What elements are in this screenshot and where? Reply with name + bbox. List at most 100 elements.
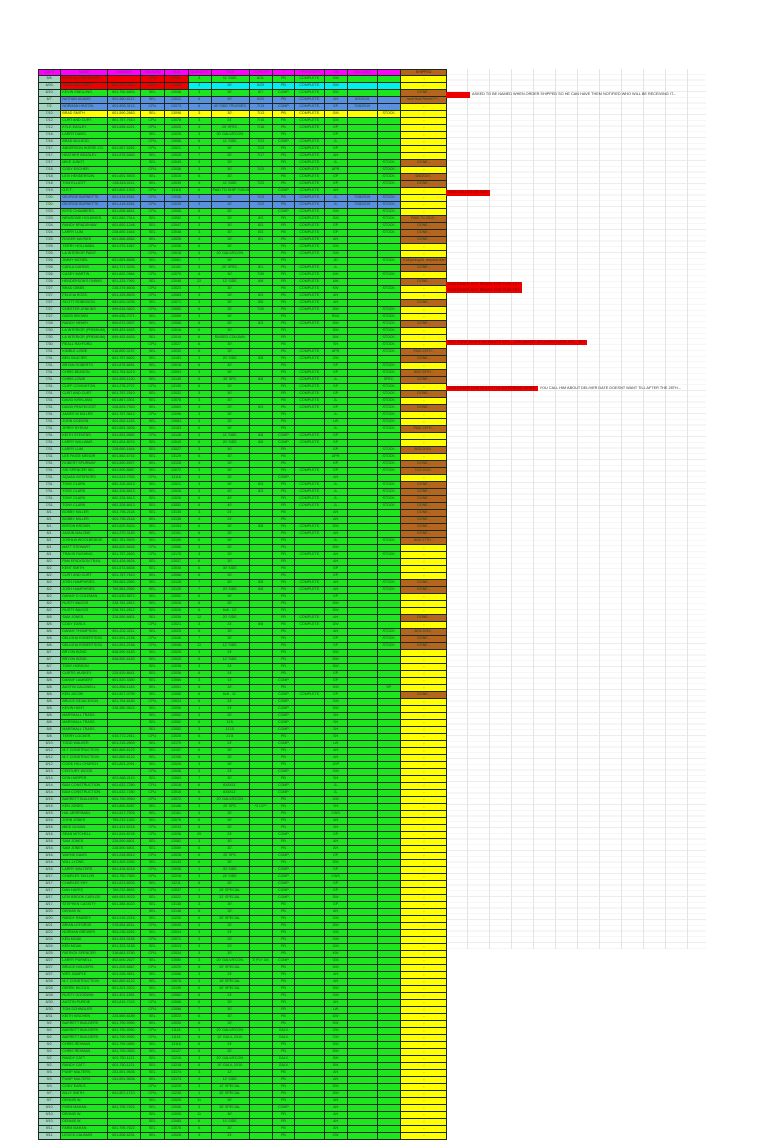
cell-number[interactable]: 601-416-6361| — [107, 195, 141, 202]
cell-type[interactable]: SEL| — [141, 748, 165, 755]
cell-type[interactable]: SEL| — [141, 601, 165, 608]
cell-shipped[interactable]: |g — [401, 804, 447, 811]
cell-quantity[interactable]: 3| — [188, 797, 211, 804]
cell-t[interactable]: PB| — [273, 734, 295, 741]
cell-type[interactable]: SEL| — [141, 503, 165, 510]
cell-progress[interactable]: | — [295, 657, 325, 664]
cell-date[interactable]: 8/12| — [39, 748, 61, 755]
cell-date[interactable]: 8/1| — [39, 545, 61, 552]
cell-size[interactable]: 30'| — [211, 545, 249, 552]
cell-progress[interactable]: COMPLETE| — [295, 174, 325, 181]
cell-del-date[interactable]: | — [348, 90, 378, 97]
cell-shipped[interactable]: |g — [401, 678, 447, 685]
cell-date[interactable]: 7/31| — [39, 349, 61, 356]
cell-shipped[interactable]: |g — [401, 699, 447, 706]
cell-done-by[interactable]: 7/16| — [249, 118, 273, 125]
cell-quantity[interactable]: 3| — [188, 370, 211, 377]
cell-del-date[interactable]: | — [348, 727, 378, 734]
cell-t[interactable]: PB| — [273, 447, 295, 454]
cell-del-date[interactable]: | — [348, 720, 378, 727]
cell-done-by[interactable]: 8/8| — [249, 279, 273, 286]
cell-date[interactable]: 7/16| — [39, 139, 61, 146]
cell-done-by[interactable]: | — [249, 419, 273, 426]
cell-progress[interactable]: | — [295, 566, 325, 573]
cell-date[interactable]: 8/8| — [39, 713, 61, 720]
cell-type[interactable]: SEL| — [141, 566, 165, 573]
cell-name[interactable]: RANDY HENRY| — [61, 321, 107, 328]
cell-name[interactable]: LEE PAIGE MENOR| — [61, 454, 107, 461]
cell-done-by[interactable]: | — [249, 755, 273, 762]
cell-type[interactable]: SEL| — [141, 97, 165, 104]
cell-number[interactable]: 699-616-3822| — [107, 307, 141, 314]
cell-shipped[interactable]: |g — [401, 272, 447, 279]
cell-size[interactable]: 30'| — [211, 314, 249, 321]
cell-type[interactable]: CPU| — [141, 475, 165, 482]
cell-size[interactable]: 11'6| — [211, 720, 249, 727]
cell-type[interactable]: CPU| — [141, 251, 165, 258]
cell-t[interactable]: PB| — [273, 286, 295, 293]
cell-date[interactable]: 8/8| — [39, 678, 61, 685]
cell-t[interactable]: PB| — [273, 356, 295, 363]
cell-done-by[interactable]: 8/8| — [249, 377, 273, 384]
cell-date[interactable]: 7/25| — [39, 251, 61, 258]
cell-stock[interactable]: | — [378, 713, 401, 720]
cell-done-by[interactable]: | — [249, 349, 273, 356]
cell-progress[interactable]: | — [295, 342, 325, 349]
cell-size[interactable]: 30'| — [211, 293, 249, 300]
cell-done-by[interactable]: 8/8| — [249, 356, 273, 363]
cell-type[interactable]: SEL| — [141, 265, 165, 272]
cell-shipped[interactable]: DONE|g — [401, 181, 447, 188]
cell-t[interactable]: COMP| — [273, 727, 295, 734]
cell-progress[interactable]: COMPLETE| — [295, 265, 325, 272]
cell-number[interactable]: 601-593-1120| — [107, 377, 141, 384]
cell-date[interactable]: 8/7| — [39, 664, 61, 671]
cell-number[interactable]: 601-972-1667| — [107, 244, 141, 251]
cell-t[interactable]: PB| — [273, 825, 295, 832]
cell-progress[interactable]: COMPLETE| — [295, 503, 325, 510]
cell-t[interactable]: COMP| — [273, 433, 295, 440]
cell-quantity[interactable]: 6| — [188, 734, 211, 741]
cell-t[interactable]: COMP| — [273, 692, 295, 699]
cell-so[interactable]: 13046| — [165, 636, 188, 643]
cell-sm[interactable]: GP| — [325, 384, 348, 391]
cell-stock[interactable]: STOCK| — [378, 286, 401, 293]
cell-so[interactable]: 13073| — [165, 104, 188, 111]
cell-size[interactable]: 30'| — [211, 272, 249, 279]
cell-t[interactable]: PB| — [273, 405, 295, 412]
cell-name[interactable]: MATT STEWART| — [61, 545, 107, 552]
cell-t[interactable]: COMP| — [273, 769, 295, 776]
cell-quantity[interactable]: 6| — [188, 503, 211, 510]
cell-size[interactable]: 30'| — [211, 328, 249, 335]
cell-so[interactable]: 13079| — [165, 272, 188, 279]
cell-shipped[interactable]: 8/02 29TH|g — [401, 370, 447, 377]
cell-sm[interactable]: SH| — [325, 720, 348, 727]
cell-del-date[interactable]: | — [348, 230, 378, 237]
cell-progress[interactable]: | — [295, 594, 325, 601]
cell-name[interactable]: GEORGE BURNETTE| — [61, 195, 107, 202]
cell-shipped[interactable]: |g — [401, 286, 447, 293]
cell-t[interactable]: PB| — [273, 503, 295, 510]
cell-date[interactable]: 7/27| — [39, 286, 61, 293]
cell-shipped[interactable]: DONE|g — [401, 587, 447, 594]
cell-progress[interactable]: | — [295, 454, 325, 461]
cell-t[interactable]: PB| — [273, 370, 295, 377]
cell-size[interactable]: 24'| — [211, 517, 249, 524]
cell-size[interactable]: 11' SIDE| — [211, 181, 249, 188]
cell-shipped[interactable]: |g — [401, 475, 447, 482]
cell-name[interactable]: LA INTERIOR (PREMIUM)| — [61, 335, 107, 342]
cell-done-by[interactable]: | — [249, 629, 273, 636]
cell-size[interactable]: 24'| — [211, 832, 249, 839]
cell-sm[interactable]: JL| — [325, 195, 348, 202]
cell-shipped[interactable]: |b — [401, 104, 447, 111]
cell-done-by[interactable]: 8/8| — [249, 587, 273, 594]
cell-shipped[interactable]: DONE|g — [401, 461, 447, 468]
cell-sm[interactable]: AH| — [325, 629, 348, 636]
cell-done-by[interactable]: 6/20| — [249, 97, 273, 104]
cell-name[interactable]: TERRY LOCKER| — [61, 734, 107, 741]
cell-shipped[interactable]: |g — [401, 146, 447, 153]
cell-done-by[interactable]: | — [249, 160, 273, 167]
cell-stock[interactable]: | — [378, 300, 401, 307]
cell-progress[interactable]: | — [295, 797, 325, 804]
cell-t[interactable]: PB| — [273, 748, 295, 755]
cell-t[interactable]: PB| — [273, 412, 295, 419]
